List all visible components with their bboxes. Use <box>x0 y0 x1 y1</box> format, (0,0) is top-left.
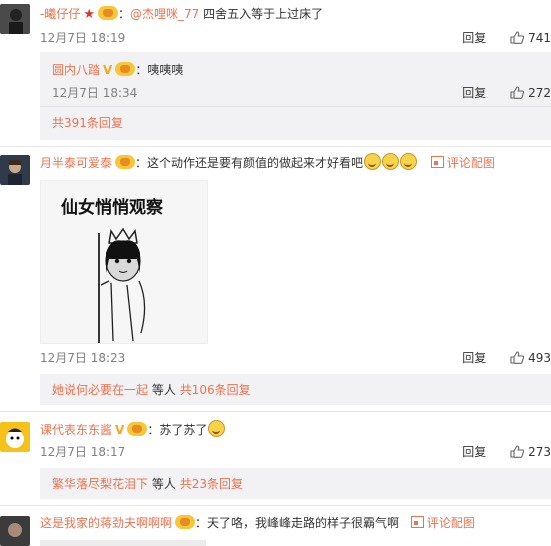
comment-3: 课代表东东酱 V ：苏了苏了 12月7日 18:17 回复 273 繁华落尽梨花泪下… <box>0 412 551 504</box>
comment-text: 四舍五入等于上过床了 <box>203 7 324 21</box>
image-link-label: 评论配图 <box>426 516 475 530</box>
reply-button[interactable]: 回复 <box>462 351 486 365</box>
comment-line: 课代表东东酱 V ：苏了苏了 <box>40 420 226 438</box>
image-link-label: 评论配图 <box>446 156 495 170</box>
comment-text: ：这个动作还是要有颜值的做起来才好看吧 <box>135 156 364 170</box>
total-replies-link[interactable]: 共391条回复 <box>52 115 123 131</box>
star-icon: ★ <box>83 7 95 22</box>
comment-text: ：苏了苏了 <box>147 423 208 437</box>
thumbs-up-icon <box>510 445 525 458</box>
mention-link[interactable]: @杰哩咪_77 <box>130 7 199 21</box>
like-button[interactable]: 493 <box>510 351 551 365</box>
reply-summary: 她说何必要在一起 等人 共106条回复 <box>52 382 251 398</box>
comment-text: ：天了咯，我峰峰走路的样子很霸气啊 <box>195 516 400 530</box>
reply-summary: 繁华落尽梨花泪下 等人 共23条回复 <box>52 476 243 492</box>
sub-reply-time: 12月7日 18:34 <box>52 86 138 100</box>
sub-reply-actions: 回复 272 <box>462 84 551 101</box>
verified-v-icon: V <box>115 423 125 437</box>
comment-time: 12月7日 18:17 <box>40 445 126 459</box>
comment-line: -曦仔仔 ★ ：@杰哩咪_77 四舍五入等于上过床了 <box>40 6 323 23</box>
reply-button[interactable]: 回复 <box>462 445 486 459</box>
comment-line: 这是我家的蒋劲夫啊啊啊 ：天了咯，我峰峰走路的样子很霸气啊 评论配图 <box>40 515 475 531</box>
thumbs-up-icon <box>510 86 525 99</box>
comment-username[interactable]: -曦仔仔 <box>40 7 80 21</box>
picture-icon <box>430 156 444 168</box>
picture-icon <box>410 516 424 528</box>
sub-reply-text: ：咦咦咦 <box>135 63 184 77</box>
meme-caption: 仙女悄悄观察 <box>61 198 163 218</box>
comment-time: 12月7日 18:19 <box>40 31 126 45</box>
vip-badge-icon <box>175 515 196 529</box>
like-button[interactable]: 273 <box>510 445 551 459</box>
comment-actions: 回复 273 <box>462 443 551 460</box>
sub-reply-username[interactable]: 圆内八踏 <box>52 63 100 77</box>
like-button[interactable]: 741 <box>510 31 551 45</box>
thumbs-up-icon <box>510 351 525 364</box>
image-link[interactable]: 评论配图 <box>430 156 495 170</box>
comment-actions: 回复 493 <box>462 349 551 366</box>
comment-actions: 回复 741 <box>462 29 551 46</box>
like-button[interactable]: 272 <box>510 86 551 100</box>
like-count: 272 <box>528 86 551 100</box>
thumbs-up-icon <box>510 31 525 44</box>
like-count: 273 <box>528 445 551 459</box>
emoji-icon <box>208 420 226 437</box>
vip-badge-icon <box>115 155 136 169</box>
reply-summary-box: 繁华落尽梨花泪下 等人 共23条回复 <box>40 468 551 499</box>
image-link[interactable]: 评论配图 <box>410 516 475 530</box>
meme-drawing <box>98 227 146 343</box>
reply-summary-others: 等人 <box>151 383 176 397</box>
sub-reply-line: 圆内八踏 V ：咦咦咦 <box>52 62 183 78</box>
comment-image-partial[interactable] <box>40 540 206 546</box>
reply-summary-count[interactable]: 共23条回复 <box>180 477 243 491</box>
meme-image[interactable]: 仙女悄悄观察 <box>40 180 208 344</box>
laughing-emoji-icon <box>364 153 382 170</box>
like-count: 493 <box>528 351 551 365</box>
avatar[interactable] <box>0 155 30 185</box>
vip-badge-icon <box>115 62 136 76</box>
comment-username[interactable]: 课代表东东酱 <box>40 423 112 437</box>
reply-summary-box: 她说何必要在一起 等人 共106条回复 <box>40 374 551 405</box>
laughing-emoji-icon <box>400 153 418 170</box>
comment-username[interactable]: 这是我家的蒋劲夫啊啊啊 <box>40 516 172 530</box>
reply-box: 圆内八踏 V ：咦咦咦 12月7日 18:34 回复 272 共391条回复 <box>40 52 551 140</box>
avatar[interactable] <box>0 516 30 546</box>
reply-button[interactable]: 回复 <box>462 86 486 100</box>
reply-summary-user[interactable]: 繁华落尽梨花泪下 <box>52 477 148 491</box>
comment-time: 12月7日 18:23 <box>40 351 126 365</box>
avatar[interactable] <box>0 4 30 34</box>
comment-1: -曦仔仔 ★ ：@杰哩咪_77 四舍五入等于上过床了 12月7日 18:19 回复 … <box>0 0 551 146</box>
verified-v-icon: V <box>103 63 113 77</box>
comment-4: 这是我家的蒋劲夫啊啊啊 ：天了咯，我峰峰走路的样子很霸气啊 评论配图 <box>0 506 551 546</box>
vip-badge-icon <box>98 6 118 20</box>
colon: ： <box>118 7 131 21</box>
reply-summary-user[interactable]: 她说何必要在一起 <box>52 383 148 397</box>
avatar[interactable] <box>0 422 30 452</box>
laughing-emoji-icon <box>382 153 400 170</box>
comment-line: 月半泰可爱泰 ：这个动作还是要有颜值的做起来才好看吧 评论配图 <box>40 153 495 171</box>
reply-summary-count[interactable]: 共106条回复 <box>180 383 251 397</box>
reply-button[interactable]: 回复 <box>462 31 486 45</box>
comment-username[interactable]: 月半泰可爱泰 <box>40 156 112 170</box>
divider <box>40 106 551 107</box>
vip-badge-icon <box>127 422 148 436</box>
like-count: 741 <box>528 31 551 45</box>
reply-summary-others: 等人 <box>151 477 176 491</box>
